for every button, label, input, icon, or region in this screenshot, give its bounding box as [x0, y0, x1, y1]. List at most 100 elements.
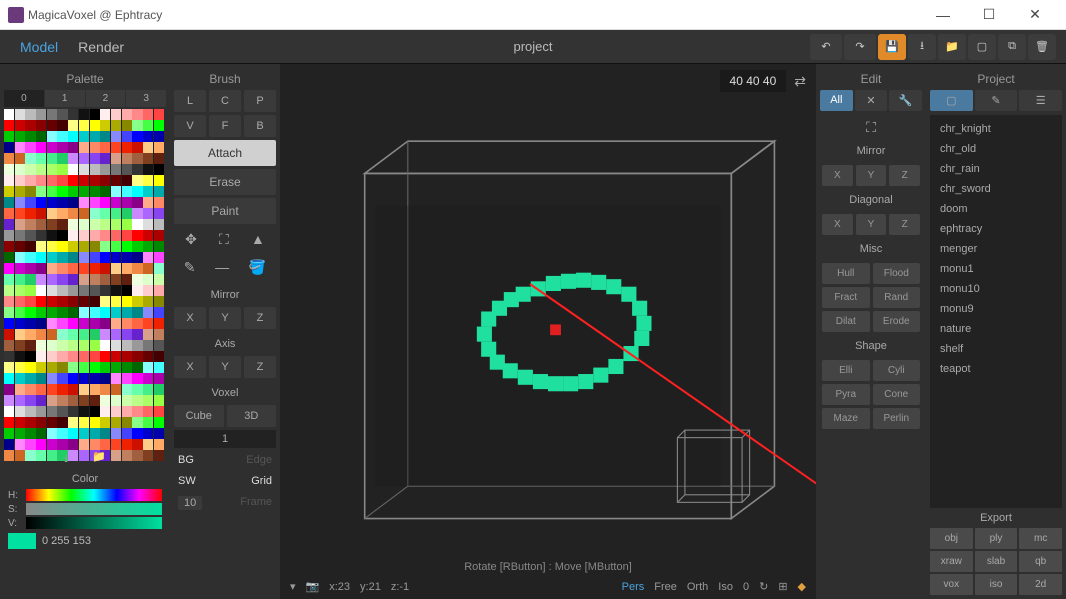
project-item[interactable]: monu10	[934, 279, 1058, 299]
edge-toggle[interactable]: Edge	[246, 454, 272, 466]
fullscreen-icon[interactable]: ⛶	[866, 119, 876, 136]
project-item[interactable]: monu1	[934, 259, 1058, 279]
palette-import-icon[interactable]: 📁	[92, 450, 106, 469]
undo-button[interactable]: ↶	[810, 34, 842, 60]
export-slab[interactable]: slab	[975, 551, 1018, 572]
edit-diag-y[interactable]: Y	[856, 214, 887, 235]
edit-all[interactable]: All	[820, 90, 853, 111]
mode-attach[interactable]: Attach	[174, 140, 276, 166]
select-icon[interactable]: ⛶	[219, 231, 229, 248]
cube-icon[interactable]: ◆	[798, 580, 806, 593]
project-item[interactable]: chr_rain	[934, 159, 1058, 179]
export-2d[interactable]: 2d	[1019, 574, 1062, 595]
brush-B[interactable]: B	[244, 115, 276, 137]
copy-button[interactable]: ⧉	[998, 34, 1026, 60]
mirror-y[interactable]: Y	[209, 307, 241, 329]
edit-tools-icon[interactable]: 🔧	[889, 90, 922, 111]
brush-L[interactable]: L	[174, 90, 206, 112]
project-item[interactable]: chr_old	[934, 139, 1058, 159]
grid-num[interactable]: 10	[178, 496, 202, 510]
edit-mirror-x[interactable]: X	[822, 165, 853, 186]
export-qb[interactable]: qb	[1019, 551, 1062, 572]
btn-hull[interactable]: Hull	[822, 263, 870, 284]
voxel-cube[interactable]: Cube	[174, 405, 224, 427]
edit-mirror-z[interactable]: Z	[889, 165, 920, 186]
dimensions[interactable]: 40 40 40	[720, 70, 787, 92]
view-orth[interactable]: Orth	[687, 581, 708, 593]
export-iso[interactable]: iso	[975, 574, 1018, 595]
palette-tab-2[interactable]: 2	[86, 90, 126, 107]
remove-icon[interactable]: —	[215, 259, 229, 276]
proj-list-icon[interactable]: ☰	[1019, 90, 1062, 111]
palette-tab-1[interactable]: 1	[45, 90, 85, 107]
val-slider[interactable]	[26, 517, 162, 529]
btn-flood[interactable]: Flood	[873, 263, 921, 284]
palette-tab-0[interactable]: 0	[4, 90, 44, 107]
edit-expand-icon[interactable]: ✕	[855, 90, 888, 111]
voxel-size[interactable]: 1	[174, 430, 276, 448]
delete-button[interactable]: 🗑	[1028, 34, 1056, 60]
project-item[interactable]: doom	[934, 199, 1058, 219]
mirror-z[interactable]: Z	[244, 307, 276, 329]
bg-toggle[interactable]: BG	[178, 454, 194, 466]
btn-erode[interactable]: Erode	[873, 311, 921, 332]
edit-mirror-y[interactable]: Y	[856, 165, 887, 186]
export-ply[interactable]: ply	[975, 528, 1018, 549]
fill-icon[interactable]: 🪣	[249, 259, 266, 276]
btn-dilat[interactable]: Dilat	[822, 311, 870, 332]
btn-cyli[interactable]: Cyli	[873, 360, 921, 381]
camera-icon[interactable]: 📷	[306, 580, 320, 593]
project-item[interactable]: chr_knight	[934, 119, 1058, 139]
viewport[interactable]: 40 40 40 ⇄	[280, 64, 816, 599]
edit-diag-x[interactable]: X	[822, 214, 853, 235]
export-vox[interactable]: vox	[930, 574, 973, 595]
axis-y[interactable]: Y	[209, 356, 241, 378]
btn-pyra[interactable]: Pyra	[822, 384, 870, 405]
mirror-x[interactable]: X	[174, 307, 206, 329]
sat-slider[interactable]	[26, 503, 162, 515]
project-item[interactable]: chr_sword	[934, 179, 1058, 199]
tab-render[interactable]: Render	[68, 35, 134, 59]
view-free[interactable]: Free	[654, 581, 677, 593]
export-xraw[interactable]: xraw	[930, 551, 973, 572]
tab-model[interactable]: Model	[10, 35, 68, 59]
close-button[interactable]: ✕	[1012, 0, 1058, 30]
vp-menu-icon[interactable]: ▾	[290, 580, 296, 593]
palette-export-icon[interactable]: ⭳	[64, 450, 68, 469]
grid-icon[interactable]: ⊞	[778, 580, 787, 593]
edit-diag-z[interactable]: Z	[889, 214, 920, 235]
minimize-button[interactable]: —	[920, 0, 966, 30]
open-button[interactable]: 📁	[938, 34, 966, 60]
viewport-3d[interactable]	[300, 98, 796, 551]
color-swatch[interactable]	[8, 533, 36, 549]
export-mc[interactable]: mc	[1019, 528, 1062, 549]
project-item[interactable]: menger	[934, 239, 1058, 259]
move-icon[interactable]: ✥	[185, 231, 197, 248]
axis-x[interactable]: X	[174, 356, 206, 378]
project-item[interactable]: monu9	[934, 299, 1058, 319]
mode-paint[interactable]: Paint	[174, 198, 276, 224]
redo-button[interactable]: ↷	[844, 34, 876, 60]
btn-fract[interactable]: Fract	[822, 287, 870, 308]
project-item[interactable]: teapot	[934, 359, 1058, 379]
view-iso[interactable]: Iso	[718, 581, 733, 593]
proj-brush-icon[interactable]: ✎	[975, 90, 1018, 111]
btn-cone[interactable]: Cone	[873, 384, 921, 405]
refresh-icon[interactable]: ↻	[759, 580, 768, 593]
btn-perlin[interactable]: Perlin	[873, 408, 921, 429]
maximize-button[interactable]: ☐	[966, 0, 1012, 30]
brush-C[interactable]: C	[209, 90, 241, 112]
cursor-icon[interactable]: ▲	[251, 231, 265, 248]
mode-erase[interactable]: Erase	[174, 169, 276, 195]
axis-z[interactable]: Z	[244, 356, 276, 378]
brush-V[interactable]: V	[174, 115, 206, 137]
btn-maze[interactable]: Maze	[822, 408, 870, 429]
palette-grid[interactable]	[4, 109, 164, 444]
frame-toggle[interactable]: Frame	[240, 496, 272, 510]
grid-toggle[interactable]: Grid	[251, 475, 272, 487]
view-zero[interactable]: 0	[743, 581, 749, 593]
sw-toggle[interactable]: SW	[178, 475, 196, 487]
swap-icon[interactable]: ⇄	[794, 73, 806, 90]
project-item[interactable]: nature	[934, 319, 1058, 339]
project-item[interactable]: shelf	[934, 339, 1058, 359]
